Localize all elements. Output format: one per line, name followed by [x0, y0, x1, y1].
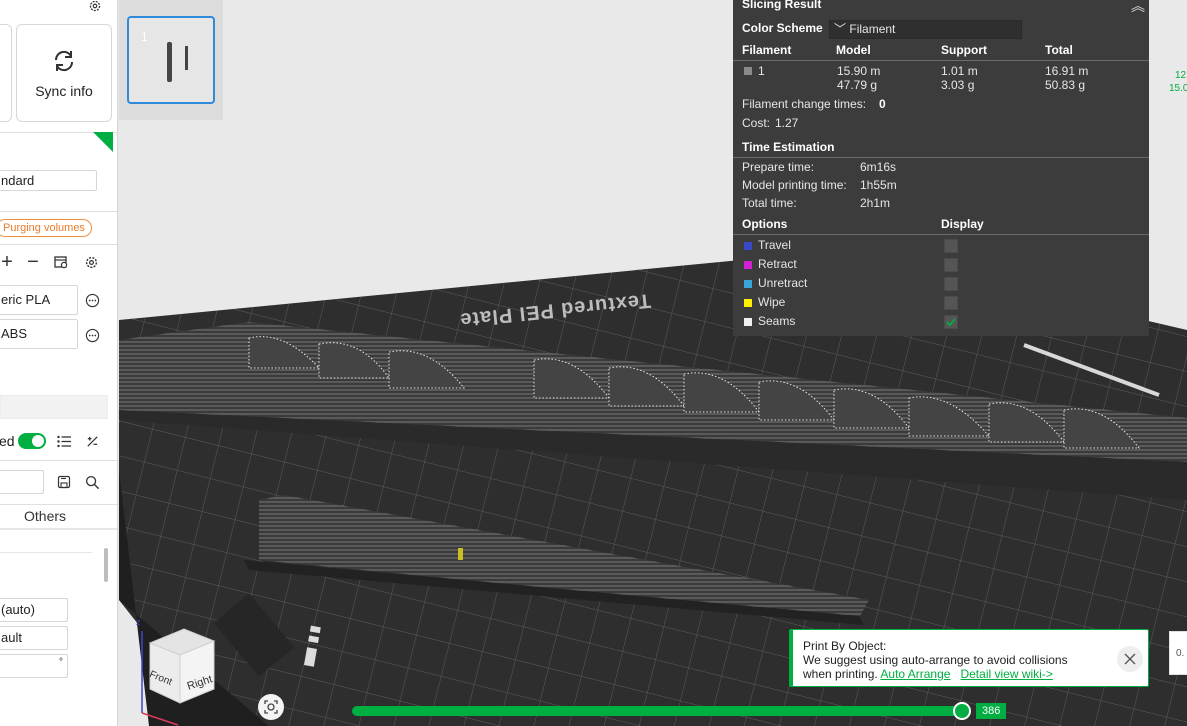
- selected-corner-flag: [93, 132, 113, 152]
- notification-close-button[interactable]: [1117, 646, 1143, 672]
- model-weight: 47.79 g: [837, 78, 878, 92]
- close-icon: [1124, 653, 1136, 665]
- notification-line2: when printing.: [803, 667, 878, 681]
- total-time-value: 2h1m: [860, 196, 891, 210]
- display-header: Display: [941, 217, 984, 231]
- vertical-slider-top-height: 15.0: [1169, 83, 1187, 94]
- filament-2-more-icon[interactable]: [83, 326, 101, 344]
- filament-1-select[interactable]: eric PLA: [0, 285, 78, 315]
- z-axis-label: z: [136, 617, 141, 627]
- options-header: Options: [742, 217, 788, 231]
- filament-1-more-icon[interactable]: [83, 291, 101, 309]
- color-scheme-value: Filament: [849, 22, 896, 36]
- left-sidebar: Sync info ndard Purging volumes + − eric…: [0, 0, 118, 726]
- layer-slider-handle[interactable]: [953, 702, 971, 720]
- option-label-wipe: Wipe: [758, 295, 786, 309]
- col-support: Support: [941, 43, 987, 57]
- vertical-slider-top-value: 12: [1175, 70, 1187, 81]
- printer-card[interactable]: [0, 24, 12, 122]
- total-length: 16.91 m: [1045, 64, 1089, 78]
- option-display-checkbox-travel[interactable]: [944, 239, 958, 253]
- option-label-unretract: Unretract: [758, 276, 808, 290]
- plate-number: 1: [141, 30, 148, 44]
- filament-2-select[interactable]: ABS: [0, 319, 78, 349]
- collapse-chevron-icon[interactable]: ︽: [1131, 0, 1145, 16]
- model-time-label: Model printing time:: [742, 178, 847, 192]
- sidebar-scrollbar[interactable]: [104, 548, 108, 582]
- list-view-icon[interactable]: [55, 432, 73, 450]
- add-filament-icon[interactable]: +: [0, 251, 16, 273]
- settings-gear-icon[interactable]: [86, 0, 104, 15]
- thumb-part-b: [185, 46, 188, 70]
- col-model: Model: [836, 43, 871, 57]
- thumb-part-a: [167, 42, 172, 82]
- model-time-value: 1h55m: [860, 178, 897, 192]
- tab-others[interactable]: Others: [24, 508, 66, 524]
- option-auto-field[interactable]: (auto): [0, 598, 68, 622]
- section-header-bar: [0, 395, 108, 419]
- sync-info-button[interactable]: Sync info: [16, 24, 112, 122]
- compare-icon[interactable]: [83, 432, 101, 450]
- notification-line1: We suggest using auto-arrange to avoid c…: [803, 653, 1068, 667]
- remove-filament-icon[interactable]: −: [24, 251, 42, 273]
- view-reset-icon[interactable]: [258, 694, 284, 720]
- support-length: 1.01 m: [941, 64, 978, 78]
- chevron-down-icon: ﹀: [834, 22, 847, 36]
- total-time-label: Total time:: [742, 196, 797, 210]
- cost-label: Cost:: [742, 116, 771, 130]
- prepare-time-label: Prepare time:: [742, 160, 815, 174]
- option-angle-field[interactable]: °: [0, 654, 68, 678]
- plate-thumbnails: 1: [119, 0, 223, 120]
- color-scheme-label: Color Scheme: [742, 21, 823, 35]
- sync-icon: [51, 48, 77, 77]
- time-estimation-title: Time Estimation: [742, 140, 835, 154]
- purging-volumes-button[interactable]: Purging volumes: [0, 219, 92, 237]
- process-search-field[interactable]: [0, 470, 44, 494]
- option-label-seams: Seams: [758, 314, 796, 328]
- option-display-checkbox-seams[interactable]: [944, 315, 958, 329]
- model-length: 15.90 m: [837, 64, 881, 78]
- advanced-toggle-label: ed: [0, 433, 15, 449]
- vertical-slider-bottom-value: 0.: [1176, 648, 1185, 659]
- option-label-retract: Retract: [758, 257, 797, 271]
- search-icon[interactable]: [83, 473, 101, 491]
- support-weight: 3.03 g: [941, 78, 975, 92]
- color-scheme-select[interactable]: ﹀ Filament: [829, 20, 1022, 39]
- plate-thumbnail-1[interactable]: 1: [127, 16, 215, 104]
- slicing-result-panel: Slicing Result ︽ Color Scheme ﹀ Filament…: [733, 0, 1149, 336]
- filament-color-swatch: [744, 67, 752, 75]
- filament-id: 1: [758, 64, 765, 78]
- option-color-swatch: [744, 261, 752, 269]
- col-filament: Filament: [742, 43, 792, 57]
- option-color-swatch: [744, 280, 752, 288]
- prepare-time-value: 6m16s: [860, 160, 897, 174]
- total-weight: 50.83 g: [1045, 78, 1086, 92]
- option-display-checkbox-unretract[interactable]: [944, 277, 958, 291]
- option-color-swatch: [744, 299, 752, 307]
- option-display-checkbox-wipe[interactable]: [944, 296, 958, 310]
- option-color-swatch: [744, 318, 752, 326]
- advanced-toggle[interactable]: [18, 433, 46, 449]
- filament-change-value: 0: [879, 97, 886, 111]
- slicing-result-title: Slicing Result: [742, 0, 822, 11]
- print-by-object-notification: Print By Object: We suggest using auto-a…: [789, 629, 1149, 687]
- view-cube[interactable]: z Front Right: [130, 615, 230, 726]
- sync-info-label: Sync info: [35, 82, 93, 99]
- option-color-swatch: [744, 242, 752, 250]
- notification-title: Print By Object:: [803, 639, 887, 653]
- detail-wiki-link[interactable]: Detail view wiki->: [960, 667, 1052, 681]
- plate-type-field[interactable]: ndard: [0, 170, 97, 191]
- cost-value: 1.27: [775, 116, 799, 130]
- filament-edit-icon[interactable]: [52, 253, 70, 271]
- save-icon[interactable]: [55, 473, 73, 491]
- layer-slider-track[interactable]: [352, 706, 962, 716]
- filament-change-label: Filament change times:: [742, 97, 867, 111]
- option-default-field[interactable]: ault: [0, 626, 68, 650]
- auto-arrange-link[interactable]: Auto Arrange: [880, 667, 950, 681]
- layer-slider-value: 386: [976, 703, 1007, 719]
- filament-settings-gear-icon[interactable]: [82, 253, 100, 271]
- option-display-checkbox-retract[interactable]: [944, 258, 958, 272]
- col-total: Total: [1045, 43, 1073, 57]
- option-label-travel: Travel: [758, 238, 791, 252]
